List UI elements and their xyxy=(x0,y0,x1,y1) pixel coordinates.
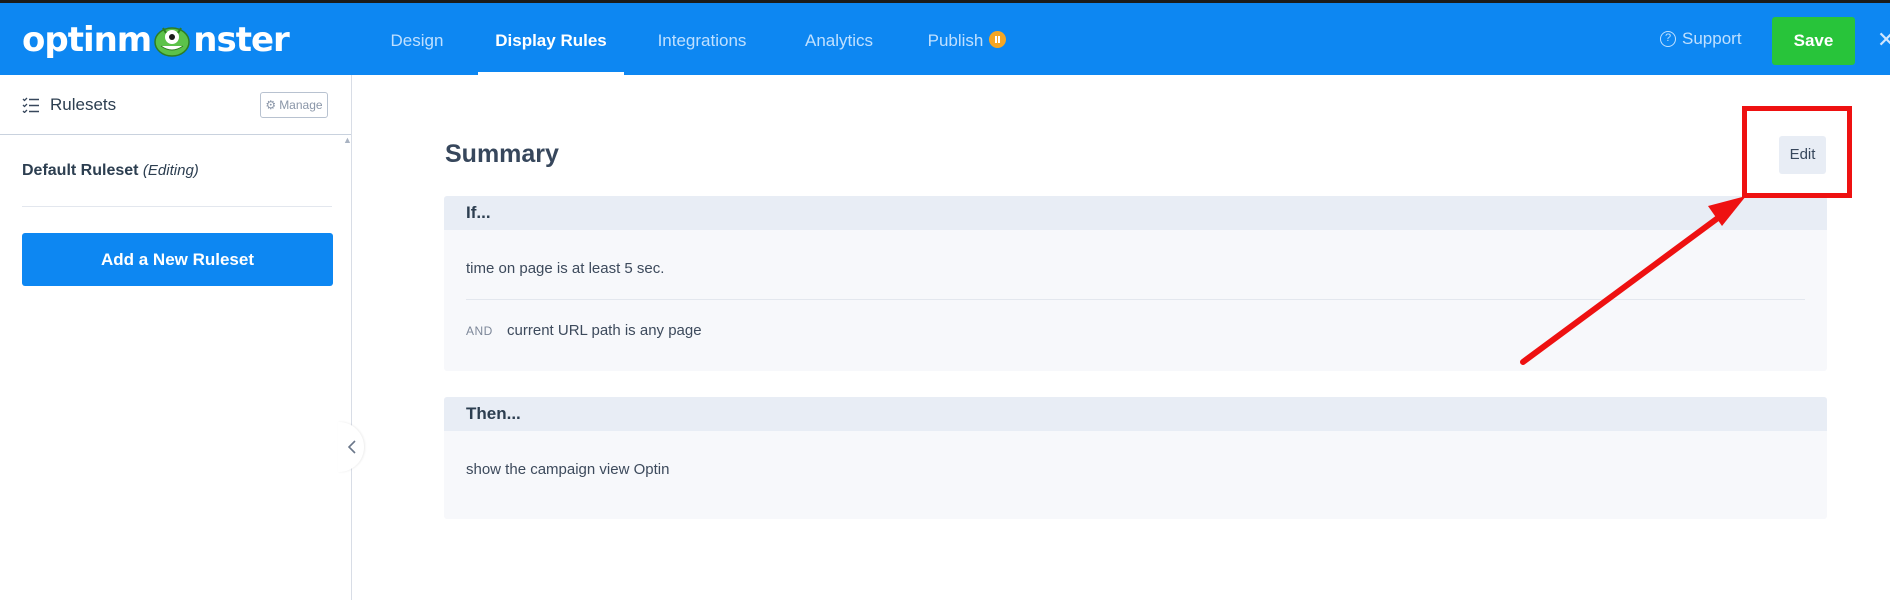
annotation-highlight-box xyxy=(1742,106,1852,198)
help-circle-icon: ? xyxy=(1660,31,1676,47)
gear-icon: ⚙ xyxy=(265,98,277,112)
tab-display-rules[interactable]: Display Rules xyxy=(478,6,624,75)
and-operator: AND xyxy=(466,324,493,338)
divider xyxy=(466,299,1805,300)
then-actions-panel: Then... show the campaign view Optin xyxy=(444,397,1827,519)
if-panel-header: If... xyxy=(444,196,1827,230)
chevron-left-icon xyxy=(348,440,356,454)
condition-text: time on page is at least 5 sec. xyxy=(466,260,665,277)
sidebar-header: Rulesets ⚙ Manage xyxy=(0,75,351,135)
action-row: show the campaign view Optin xyxy=(466,461,669,478)
ruleset-status: (Editing) xyxy=(142,162,199,179)
condition-row: time on page is at least 5 sec. xyxy=(466,260,664,277)
then-panel-header: Then... xyxy=(444,397,1827,431)
divider xyxy=(22,206,332,207)
ruleset-item-default[interactable]: Default Ruleset (Editing) xyxy=(22,162,332,180)
action-text: show the campaign view Optin xyxy=(466,461,670,478)
optinmonster-logo[interactable]: optinm nster xyxy=(22,20,290,60)
sidebar-title: Rulesets xyxy=(50,95,117,114)
page-title: Summary xyxy=(445,140,559,168)
logo-text-end: nster xyxy=(193,20,290,60)
monster-mascot-icon xyxy=(152,22,192,58)
if-conditions-panel: If... time on page is at least 5 sec. AN… xyxy=(444,196,1827,371)
manage-label: Manage xyxy=(279,98,323,112)
tab-analytics[interactable]: Analytics xyxy=(800,6,878,75)
close-icon[interactable]: ✕ xyxy=(1877,29,1890,51)
top-nav-bar: optinm nster Design Display Rules Integr… xyxy=(0,0,1890,75)
ruleset-name: Default Ruleset xyxy=(22,162,139,179)
tab-publish-label: Publish xyxy=(927,31,984,50)
condition-text: current URL path is any page xyxy=(507,322,702,339)
list-check-icon xyxy=(22,97,39,113)
rulesets-sidebar: Rulesets ⚙ Manage ▲ Default Ruleset (Edi… xyxy=(0,75,352,600)
tab-integrations[interactable]: Integrations xyxy=(652,6,752,75)
tab-publish[interactable]: Publish xyxy=(922,6,1012,75)
support-link[interactable]: ? Support xyxy=(1660,29,1742,49)
logo-text-start: optinm xyxy=(22,20,152,60)
manage-button[interactable]: ⚙ Manage xyxy=(260,92,328,118)
support-label: Support xyxy=(1682,29,1742,48)
scrollbar-up-arrow[interactable]: ▲ xyxy=(343,135,352,145)
add-ruleset-button[interactable]: Add a New Ruleset xyxy=(22,233,333,286)
pause-icon xyxy=(989,31,1007,49)
save-button[interactable]: Save xyxy=(1772,17,1855,65)
condition-row: AND current URL path is any page xyxy=(466,322,702,339)
tab-design[interactable]: Design xyxy=(384,6,450,75)
collapse-sidebar-toggle[interactable] xyxy=(338,422,364,472)
